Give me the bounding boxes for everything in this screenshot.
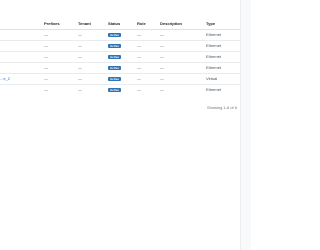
status-badge: Active xyxy=(108,66,122,70)
page-scrollbar[interactable] xyxy=(240,0,251,250)
cell-tenant: — xyxy=(78,87,82,93)
cell-description: — xyxy=(160,29,206,41)
cell-type: Virtual xyxy=(206,73,240,85)
cell-name[interactable] xyxy=(0,51,44,63)
table-row[interactable]: — — Active — — Ethernet xyxy=(0,40,240,52)
column-header-role[interactable]: Role xyxy=(137,19,160,30)
cell-role: — xyxy=(137,87,141,93)
column-header-status[interactable]: Status xyxy=(108,19,137,30)
cell-type: Ethernet xyxy=(206,40,240,52)
cell-name[interactable] xyxy=(0,62,44,74)
column-header-description[interactable]: Description xyxy=(160,19,206,30)
cell-tenant: — xyxy=(78,40,108,52)
column-header-tenant[interactable]: Tenant xyxy=(78,19,108,30)
status-badge: Active xyxy=(108,88,122,93)
column-header-name[interactable] xyxy=(0,19,44,30)
cell-role: — xyxy=(137,40,160,52)
cell-status: Active xyxy=(108,51,137,63)
status-badge: Active xyxy=(108,55,122,59)
cell-tenant: — xyxy=(78,51,108,63)
results-table: Prefixes Tenant Status Role Description … xyxy=(0,19,240,95)
table-row[interactable]: — — Active — — Ethernet xyxy=(0,29,240,41)
cell-prefixes: — xyxy=(44,51,78,63)
cell-tenant: — xyxy=(78,62,108,74)
table-row[interactable]: — — Active — — Ethernet xyxy=(0,84,240,95)
cell-tenant: — xyxy=(78,73,108,85)
cell-name[interactable] xyxy=(0,84,44,95)
cell-prefixes: — xyxy=(44,40,78,52)
cell-status: Active xyxy=(108,62,137,74)
cell-description: — xyxy=(160,87,164,93)
column-header-prefixes[interactable]: Prefixes xyxy=(44,19,78,30)
results-panel: Prefixes Tenant Status Role Description … xyxy=(0,19,240,129)
cell-prefixes: — xyxy=(44,29,78,41)
cell-status: Active xyxy=(108,84,137,95)
cell-name[interactable] xyxy=(0,40,44,52)
cell-type: Ethernet xyxy=(206,29,240,41)
cell-name[interactable] xyxy=(0,29,44,41)
table-row[interactable]: — — Active — — Ethernet xyxy=(0,51,240,63)
table-header-row: Prefixes Tenant Status Role Description … xyxy=(0,19,240,30)
cell-type: Ethernet xyxy=(206,62,240,74)
column-header-type[interactable]: Type xyxy=(206,19,240,30)
cell-role: — xyxy=(137,29,160,41)
pagination-summary: Showing 1-6 of 6 xyxy=(206,105,237,110)
cell-prefixes: — xyxy=(44,87,48,93)
cell-description: — xyxy=(160,62,206,74)
cell-prefixes: — xyxy=(44,73,78,85)
table-row[interactable]: — — Active — — Ethernet xyxy=(0,62,240,74)
status-badge: Active xyxy=(108,33,122,37)
cell-role: — xyxy=(137,62,160,74)
status-badge: Active xyxy=(108,77,122,81)
cell-description: — xyxy=(160,40,206,52)
status-badge: Active xyxy=(108,44,122,48)
cell-role: — xyxy=(137,73,160,85)
cell-description: — xyxy=(160,73,206,85)
cell-status: Active xyxy=(108,40,137,52)
cell-name[interactable]: ...e_2 xyxy=(0,73,44,85)
cell-prefixes: — xyxy=(44,62,78,74)
cell-type: Ethernet xyxy=(206,51,240,63)
cell-status: Active xyxy=(108,29,137,41)
row-name-link[interactable]: ...e_2 xyxy=(0,76,10,81)
cell-type: Ethernet xyxy=(206,87,222,93)
table-row[interactable]: ...e_2 — — Active — — Virtual xyxy=(0,73,240,85)
cell-description: — xyxy=(160,51,206,63)
cell-role: — xyxy=(137,51,160,63)
cell-tenant: — xyxy=(78,29,108,41)
cell-status: Active xyxy=(108,73,137,85)
